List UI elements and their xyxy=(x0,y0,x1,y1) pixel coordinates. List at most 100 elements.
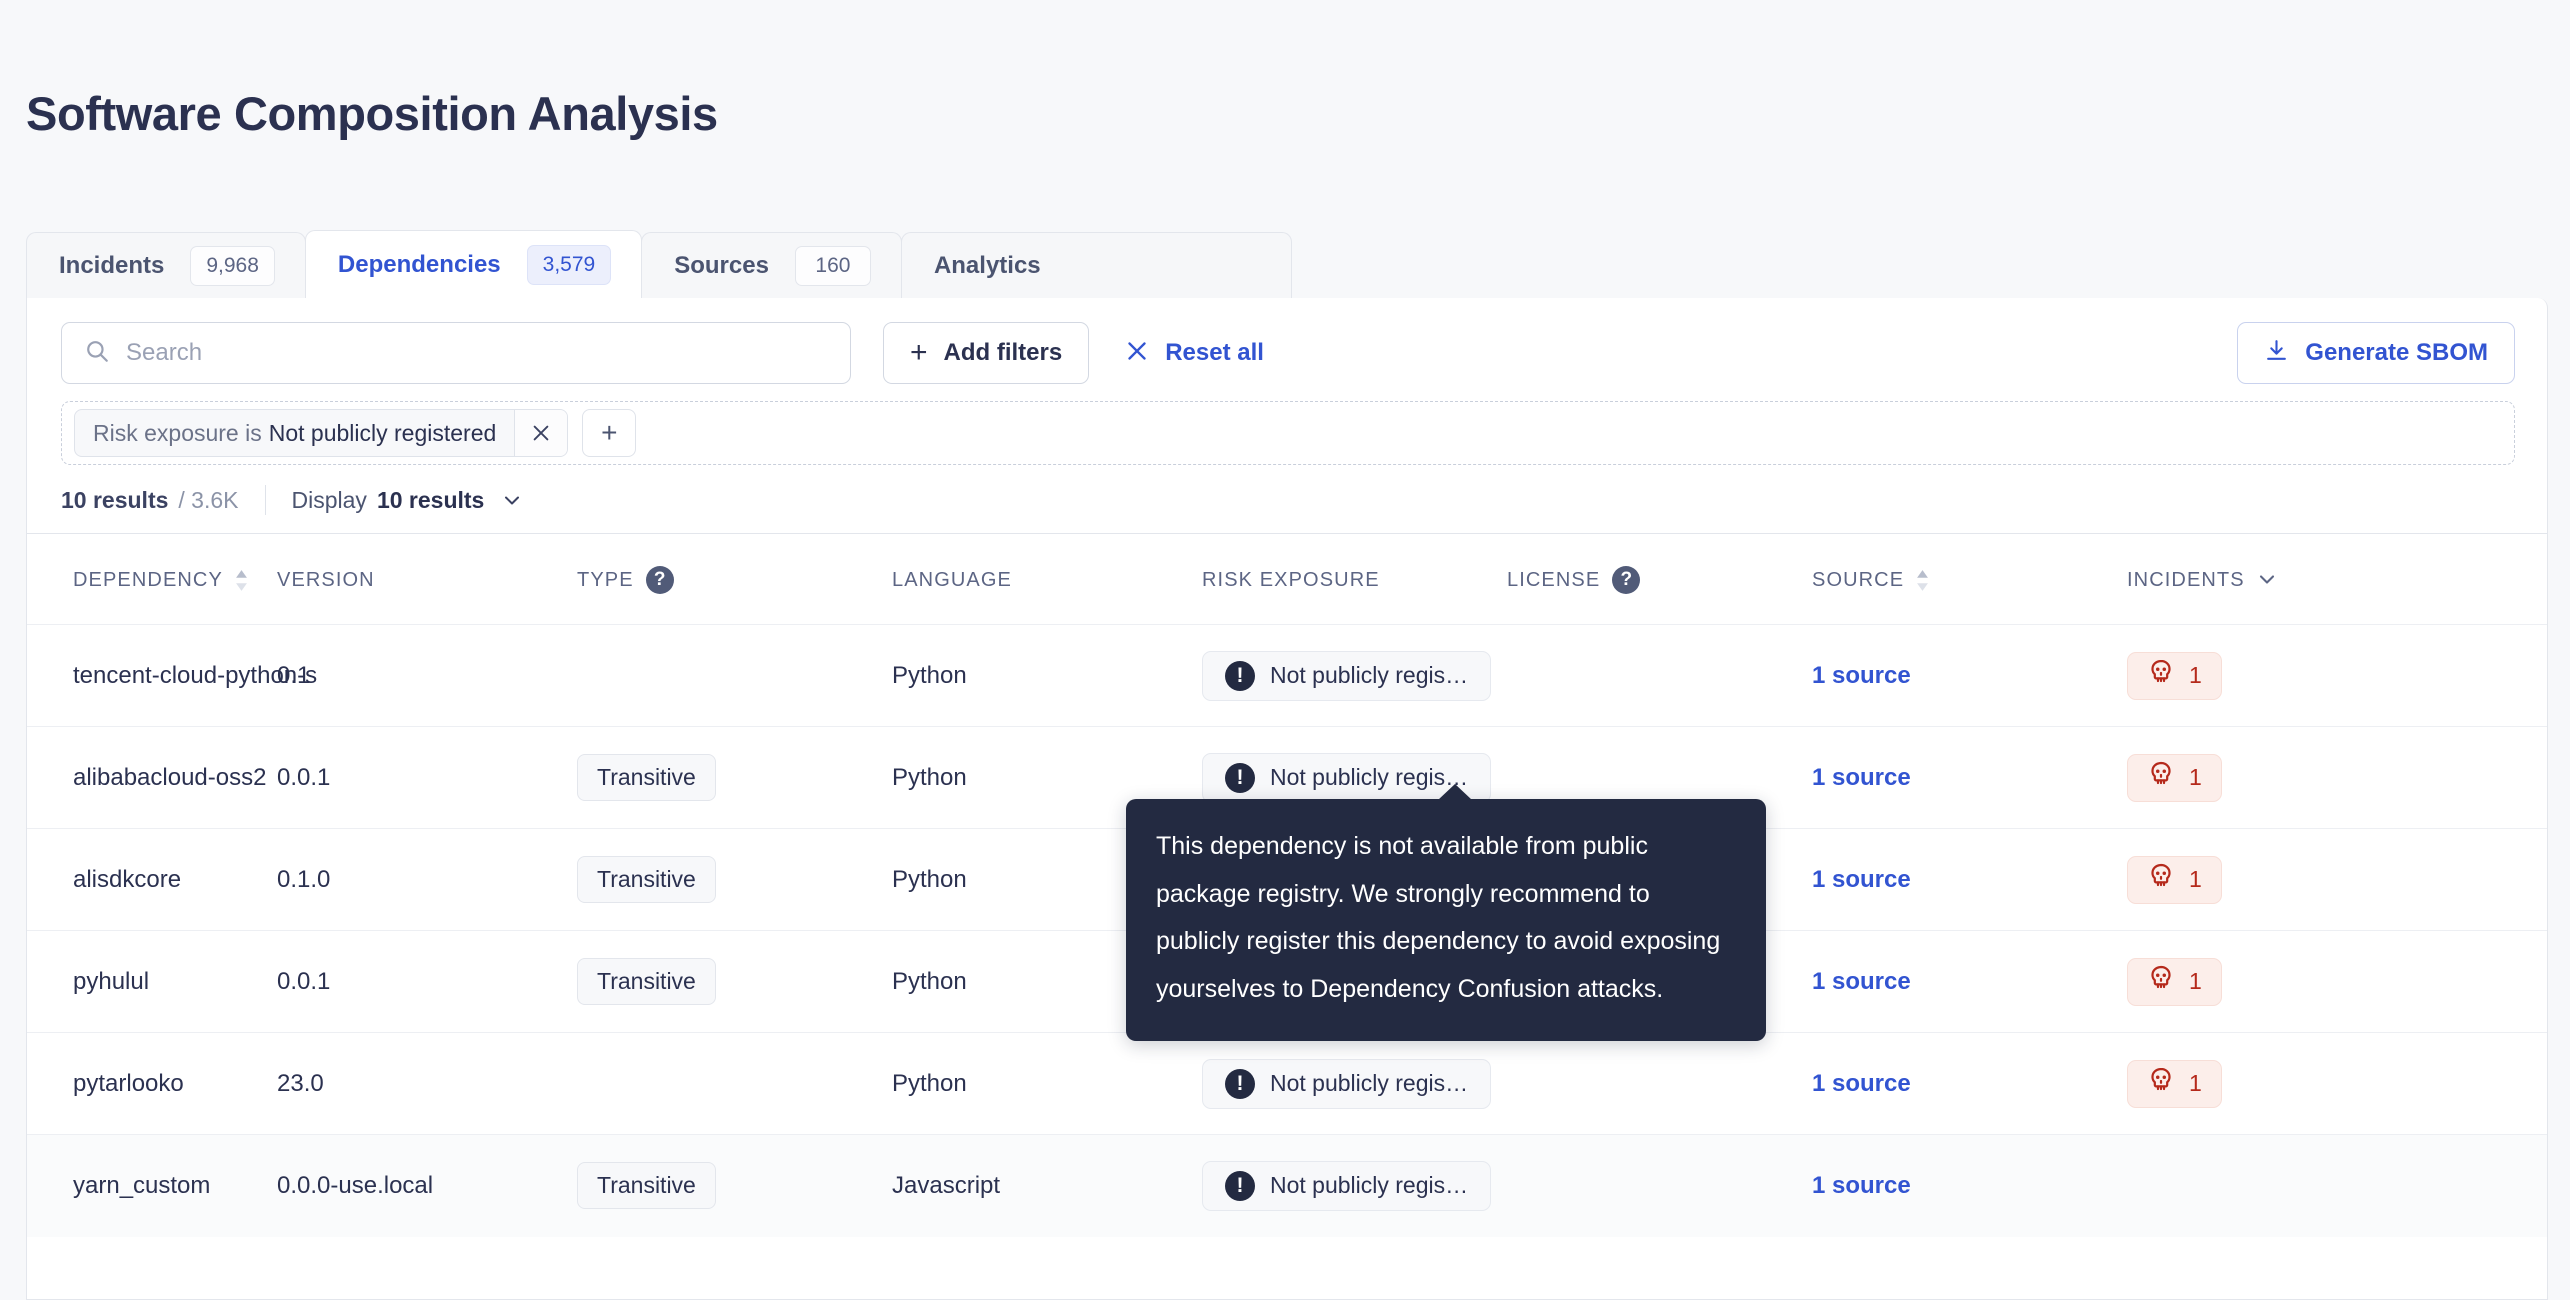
column-header-risk-exposure[interactable]: RISK EXPOSURE xyxy=(1202,534,1507,625)
risk-exposure-label: Not publicly regis… xyxy=(1270,662,1469,688)
table-row[interactable]: pytarlooko 23.0 Python ! Not publicly re… xyxy=(27,1032,2547,1135)
column-header-license[interactable]: LICENSE ? xyxy=(1507,534,1812,625)
cell-type: Transitive xyxy=(577,930,892,1033)
sort-icon[interactable] xyxy=(1916,569,1929,591)
column-header-incidents[interactable]: INCIDENTS xyxy=(2127,534,2547,625)
column-label: RISK EXPOSURE xyxy=(1202,568,1380,591)
tab-analytics[interactable]: Analytics xyxy=(900,232,1292,298)
type-tag[interactable]: Transitive xyxy=(577,958,716,1005)
display-value: 10 results xyxy=(376,486,485,513)
incidents-badge[interactable]: 1 xyxy=(2127,855,2222,904)
cell-language: Python xyxy=(892,1032,1202,1135)
generate-sbom-button[interactable]: Generate SBOM xyxy=(2237,322,2515,384)
tab-badge: 9,968 xyxy=(190,245,275,286)
tab-label: Dependencies xyxy=(337,250,501,278)
results-summary: 10 results / 3.6K Display 10 results xyxy=(61,480,524,520)
display-label: Display xyxy=(291,486,367,513)
risk-exposure-pill[interactable]: ! Not publicly regis… xyxy=(1202,1160,1492,1211)
risk-exposure-pill[interactable]: ! Not publicly regis… xyxy=(1202,1058,1492,1109)
chevron-down-icon[interactable] xyxy=(500,488,524,512)
active-filters-zone: Risk exposure is Not publicly registered… xyxy=(61,401,2515,465)
cell-incidents: 1 xyxy=(2127,930,2547,1033)
exclamation-circle-icon: ! xyxy=(1225,1170,1255,1201)
chevron-down-icon[interactable] xyxy=(2257,569,2277,592)
cell-risk-exposure: ! Not publicly regis… xyxy=(1202,624,1507,727)
source-link[interactable]: 1 source xyxy=(1812,662,1911,689)
tab-strip: Incidents 9,968 Dependencies 3,579 Sourc… xyxy=(26,230,1292,298)
divider xyxy=(264,485,266,515)
skull-icon xyxy=(2147,658,2175,693)
results-total: / 3.6K xyxy=(178,486,239,513)
cell-dependency: tencent-cloud-python-s xyxy=(27,624,317,727)
cell-dependency: pyhulul xyxy=(27,930,277,1033)
risk-exposure-pill[interactable]: ! Not publicly regis… xyxy=(1202,650,1492,701)
help-icon[interactable]: ? xyxy=(645,566,674,594)
tooltip-text: This dependency is not available from pu… xyxy=(1156,832,1721,1003)
cell-source: 1 source xyxy=(1812,930,2127,1033)
source-link[interactable]: 1 source xyxy=(1812,866,1911,893)
plus-icon: + xyxy=(910,336,928,369)
column-header-language[interactable]: LANGUAGE xyxy=(892,534,1202,625)
sort-icon[interactable] xyxy=(235,569,248,591)
download-icon xyxy=(2264,338,2289,368)
help-icon[interactable]: ? xyxy=(1612,566,1641,594)
search-input[interactable] xyxy=(126,339,828,367)
tab-label: Sources xyxy=(674,251,769,279)
incidents-badge[interactable]: 1 xyxy=(2127,957,2222,1006)
column-header-dependency[interactable]: DEPENDENCY xyxy=(27,534,277,625)
source-link[interactable]: 1 source xyxy=(1812,1172,1911,1199)
type-tag[interactable]: Transitive xyxy=(577,856,716,903)
cell-type: Transitive xyxy=(577,1134,892,1237)
column-label: TYPE xyxy=(577,568,634,591)
column-label: VERSION xyxy=(277,568,375,591)
tab-sources[interactable]: Sources 160 xyxy=(641,232,902,298)
cell-version: 0.1.0 xyxy=(277,828,577,931)
column-label: LICENSE xyxy=(1507,568,1601,591)
add-filter-chip-button[interactable]: + xyxy=(582,409,637,457)
incidents-count: 1 xyxy=(2189,866,2202,892)
incidents-count: 1 xyxy=(2189,662,2202,688)
column-label: SOURCE xyxy=(1812,568,1905,591)
type-tag[interactable]: Transitive xyxy=(577,754,716,801)
add-filters-label: Add filters xyxy=(943,339,1063,366)
incidents-count: 1 xyxy=(2189,1070,2202,1096)
reset-all-label: Reset all xyxy=(1165,339,1264,366)
skull-icon xyxy=(2147,1066,2175,1101)
source-link[interactable]: 1 source xyxy=(1812,764,1911,791)
tab-label: Incidents xyxy=(59,251,165,279)
tab-incidents[interactable]: Incidents 9,968 xyxy=(26,232,306,298)
column-header-type[interactable]: TYPE ? xyxy=(577,534,892,625)
incidents-badge[interactable]: 1 xyxy=(2127,753,2222,802)
tab-dependencies[interactable]: Dependencies 3,579 xyxy=(304,230,643,298)
cell-source: 1 source xyxy=(1812,726,2127,829)
filter-chip-remove-button[interactable] xyxy=(514,410,568,456)
exclamation-circle-icon: ! xyxy=(1225,1068,1255,1099)
incidents-badge[interactable]: 1 xyxy=(2127,651,2222,700)
column-header-version[interactable]: VERSION xyxy=(277,534,577,625)
column-header-source[interactable]: SOURCE xyxy=(1812,534,2127,625)
filter-chip-body[interactable]: Risk exposure is Not publicly registered xyxy=(75,410,514,456)
filter-chip-key: Risk exposure is xyxy=(93,419,262,446)
filter-chip-risk-exposure[interactable]: Risk exposure is Not publicly registered xyxy=(74,409,569,457)
column-label: INCIDENTS xyxy=(2127,568,2245,591)
cell-license xyxy=(1507,1032,1812,1135)
tab-badge: 160 xyxy=(794,245,871,286)
reset-all-button[interactable]: Reset all xyxy=(1117,322,1272,384)
exclamation-circle-icon: ! xyxy=(1225,762,1255,793)
add-filters-button[interactable]: + Add filters xyxy=(883,322,1090,384)
source-link[interactable]: 1 source xyxy=(1812,968,1911,995)
incidents-badge[interactable]: 1 xyxy=(2127,1059,2222,1108)
type-tag[interactable]: Transitive xyxy=(577,1162,716,1210)
cell-dependency: alisdkcore xyxy=(27,828,277,931)
source-link[interactable]: 1 source xyxy=(1812,1070,1911,1097)
cell-type xyxy=(577,1032,892,1135)
search-input-wrapper[interactable] xyxy=(61,322,851,384)
cell-dependency: alibabacloud-oss2 xyxy=(27,726,277,829)
cell-source: 1 source xyxy=(1812,828,2127,931)
table-row[interactable]: yarn_custom 0.0.0-use.local Transitive J… xyxy=(27,1134,2547,1237)
page-title: Software Composition Analysis xyxy=(26,87,718,140)
table-row[interactable]: tencent-cloud-python-s 0.1 Python ! Not … xyxy=(27,624,2547,727)
risk-exposure-label: Not publicly regis… xyxy=(1270,1070,1469,1096)
cell-source: 1 source xyxy=(1812,1134,2127,1237)
risk-exposure-label: Not publicly regis… xyxy=(1270,1172,1469,1199)
